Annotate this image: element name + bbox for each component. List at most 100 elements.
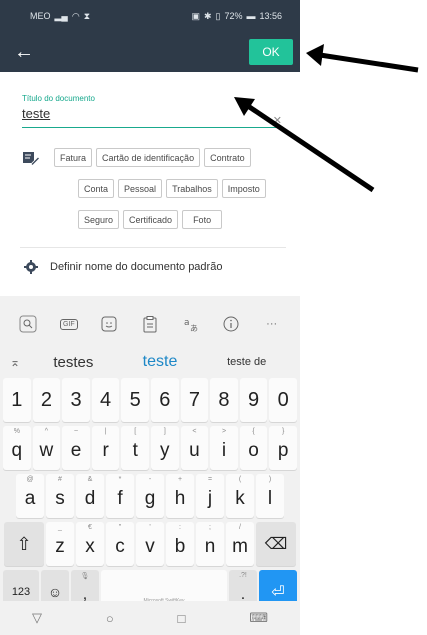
more-options-icon[interactable]: ··· [260, 312, 284, 336]
suggestion-3[interactable]: teste de [203, 356, 290, 368]
key-6[interactable]: 6 [151, 378, 179, 422]
key-k[interactable]: (k [226, 474, 254, 518]
key-hint: .?! [239, 572, 247, 579]
tag-chip-conta[interactable]: Conta [78, 179, 115, 198]
key-e[interactable]: ~ e [62, 426, 90, 470]
tag-chip-trabalhos[interactable]: Trabalhos [166, 179, 218, 198]
key-s[interactable]: # s [46, 474, 74, 518]
key-y[interactable]: ] y [151, 426, 179, 470]
ok-button[interactable]: OK [249, 39, 293, 65]
key-3[interactable]: 3 [62, 378, 90, 422]
clipboard-icon[interactable] [138, 312, 162, 336]
key-d[interactable]: & d [76, 474, 104, 518]
default-name-setting[interactable]: Definir nome do documento padrão [20, 247, 286, 286]
key-hint: _ [58, 524, 62, 531]
tag-chip-foto[interactable]: Foto [182, 210, 223, 229]
keyboard: GIF aあ ··· ⌅ testes teste teste de 1 2 3… [0, 296, 300, 635]
title-field-label: Título do documento [22, 94, 95, 103]
collapse-icon[interactable]: ⌅ [10, 355, 30, 369]
key-v[interactable]: ' v [136, 522, 164, 566]
key-b[interactable]: :b [166, 522, 194, 566]
key-2[interactable]: 2 [32, 378, 61, 422]
suggestion-bar: ⌅ testes teste teste de [0, 346, 300, 378]
document-title-input[interactable] [22, 103, 280, 128]
key-a[interactable]: @ a [16, 474, 44, 518]
key-5[interactable]: 5 [121, 378, 149, 422]
hourglass-icon: ⧗ [83, 10, 91, 21]
info-icon[interactable] [219, 312, 243, 336]
status-bar: MEO ▂▄ ◠ ⧗ ▣ ✱ ▯ 72% ▬ 13:56 [0, 0, 300, 32]
key-label: 5 [129, 388, 141, 411]
tag-chip-list: Fatura Cartão de identificação Contrato … [54, 148, 274, 229]
key-hint: @ [26, 476, 34, 483]
key-label: i [221, 440, 227, 461]
translate-icon[interactable]: aあ [179, 312, 203, 336]
backspace-key[interactable]: ⌫ [256, 522, 296, 566]
recents-nav-icon[interactable]: □ [178, 611, 186, 626]
tag-chip-certificado[interactable]: Certificado [123, 210, 179, 229]
key-w[interactable]: ^ w [32, 426, 61, 470]
bluetooth-icon: ✱ [203, 10, 212, 21]
key-x[interactable]: € x [76, 522, 104, 566]
key-r[interactable]: | r [91, 426, 120, 470]
tag-chip-cartao-de-identificacao[interactable]: Cartão de identificação [96, 148, 201, 167]
key-label: 3 [70, 388, 82, 411]
key-label: x [85, 536, 95, 557]
keyboard-hide-icon[interactable]: ⌨ [249, 610, 268, 626]
letter-row-3: ⇧ _ z € x " c ' v :b ; n / m ⌫ [0, 522, 300, 566]
key-hint: # [58, 476, 62, 483]
key-7[interactable]: 7 [180, 378, 209, 422]
key-0[interactable]: 0 [269, 378, 297, 422]
back-nav-icon[interactable]: ▽ [32, 610, 42, 626]
tag-chip-fatura[interactable]: Fatura [54, 148, 93, 167]
tag-chip-seguro[interactable]: Seguro [78, 210, 120, 229]
shift-key[interactable]: ⇧ [4, 522, 44, 566]
gif-button[interactable]: GIF [57, 312, 81, 336]
key-m[interactable]: / m [226, 522, 254, 566]
key-label: 9 [248, 388, 260, 411]
key-hint: | [104, 428, 107, 435]
key-4[interactable]: 4 [91, 378, 120, 422]
key-t[interactable]: [t [121, 426, 149, 470]
key-c[interactable]: " c [106, 522, 134, 566]
tag-chip-imposto[interactable]: Imposto [221, 179, 266, 198]
key-g[interactable]: -g [136, 474, 164, 518]
key-l[interactable]: ) l [256, 474, 284, 518]
edit-tag-icon [23, 152, 40, 167]
battery-icon: ▬ [246, 11, 256, 21]
signal-icon: ▂▄ [54, 10, 68, 21]
key-h[interactable]: + h [166, 474, 194, 518]
home-nav-icon[interactable]: ○ [106, 611, 114, 626]
tag-chip-contrato[interactable]: Contrato [204, 148, 251, 167]
key-hint: € [88, 524, 92, 531]
key-1[interactable]: 1 [3, 378, 31, 422]
key-9[interactable]: 9 [239, 378, 268, 422]
key-f[interactable]: * f [106, 474, 134, 518]
key-i[interactable]: > i [210, 426, 238, 470]
key-j[interactable]: = j [196, 474, 224, 518]
key-z[interactable]: _ z [46, 522, 74, 566]
tag-chip-pessoal[interactable]: Pessoal [118, 179, 163, 198]
key-label: w [39, 440, 54, 461]
suggestion-2[interactable]: teste [117, 353, 204, 371]
suggestion-1[interactable]: testes [30, 354, 117, 371]
search-icon[interactable] [16, 312, 40, 336]
key-label: 7 [188, 388, 200, 411]
key-hint: : [179, 524, 181, 531]
key-label: o [248, 440, 259, 461]
key-hint: } [282, 428, 285, 435]
letter-row-1: % q ^ w ~ e | r [t ] y < u > i {o } p [0, 426, 300, 470]
back-arrow-icon[interactable]: ← [14, 42, 34, 62]
key-u[interactable]: < u [180, 426, 209, 470]
key-hint: * [118, 476, 122, 483]
key-n[interactable]: ; n [196, 522, 224, 566]
title-field: Título do documento ✕ [0, 72, 300, 128]
key-hint: % [13, 428, 20, 435]
key-o[interactable]: {o [239, 426, 268, 470]
clock: 13:56 [259, 11, 282, 21]
key-p[interactable]: } p [269, 426, 297, 470]
sticker-icon[interactable] [97, 312, 121, 336]
key-q[interactable]: % q [3, 426, 31, 470]
clear-icon[interactable]: ✕ [273, 114, 282, 127]
key-8[interactable]: 8 [210, 378, 238, 422]
